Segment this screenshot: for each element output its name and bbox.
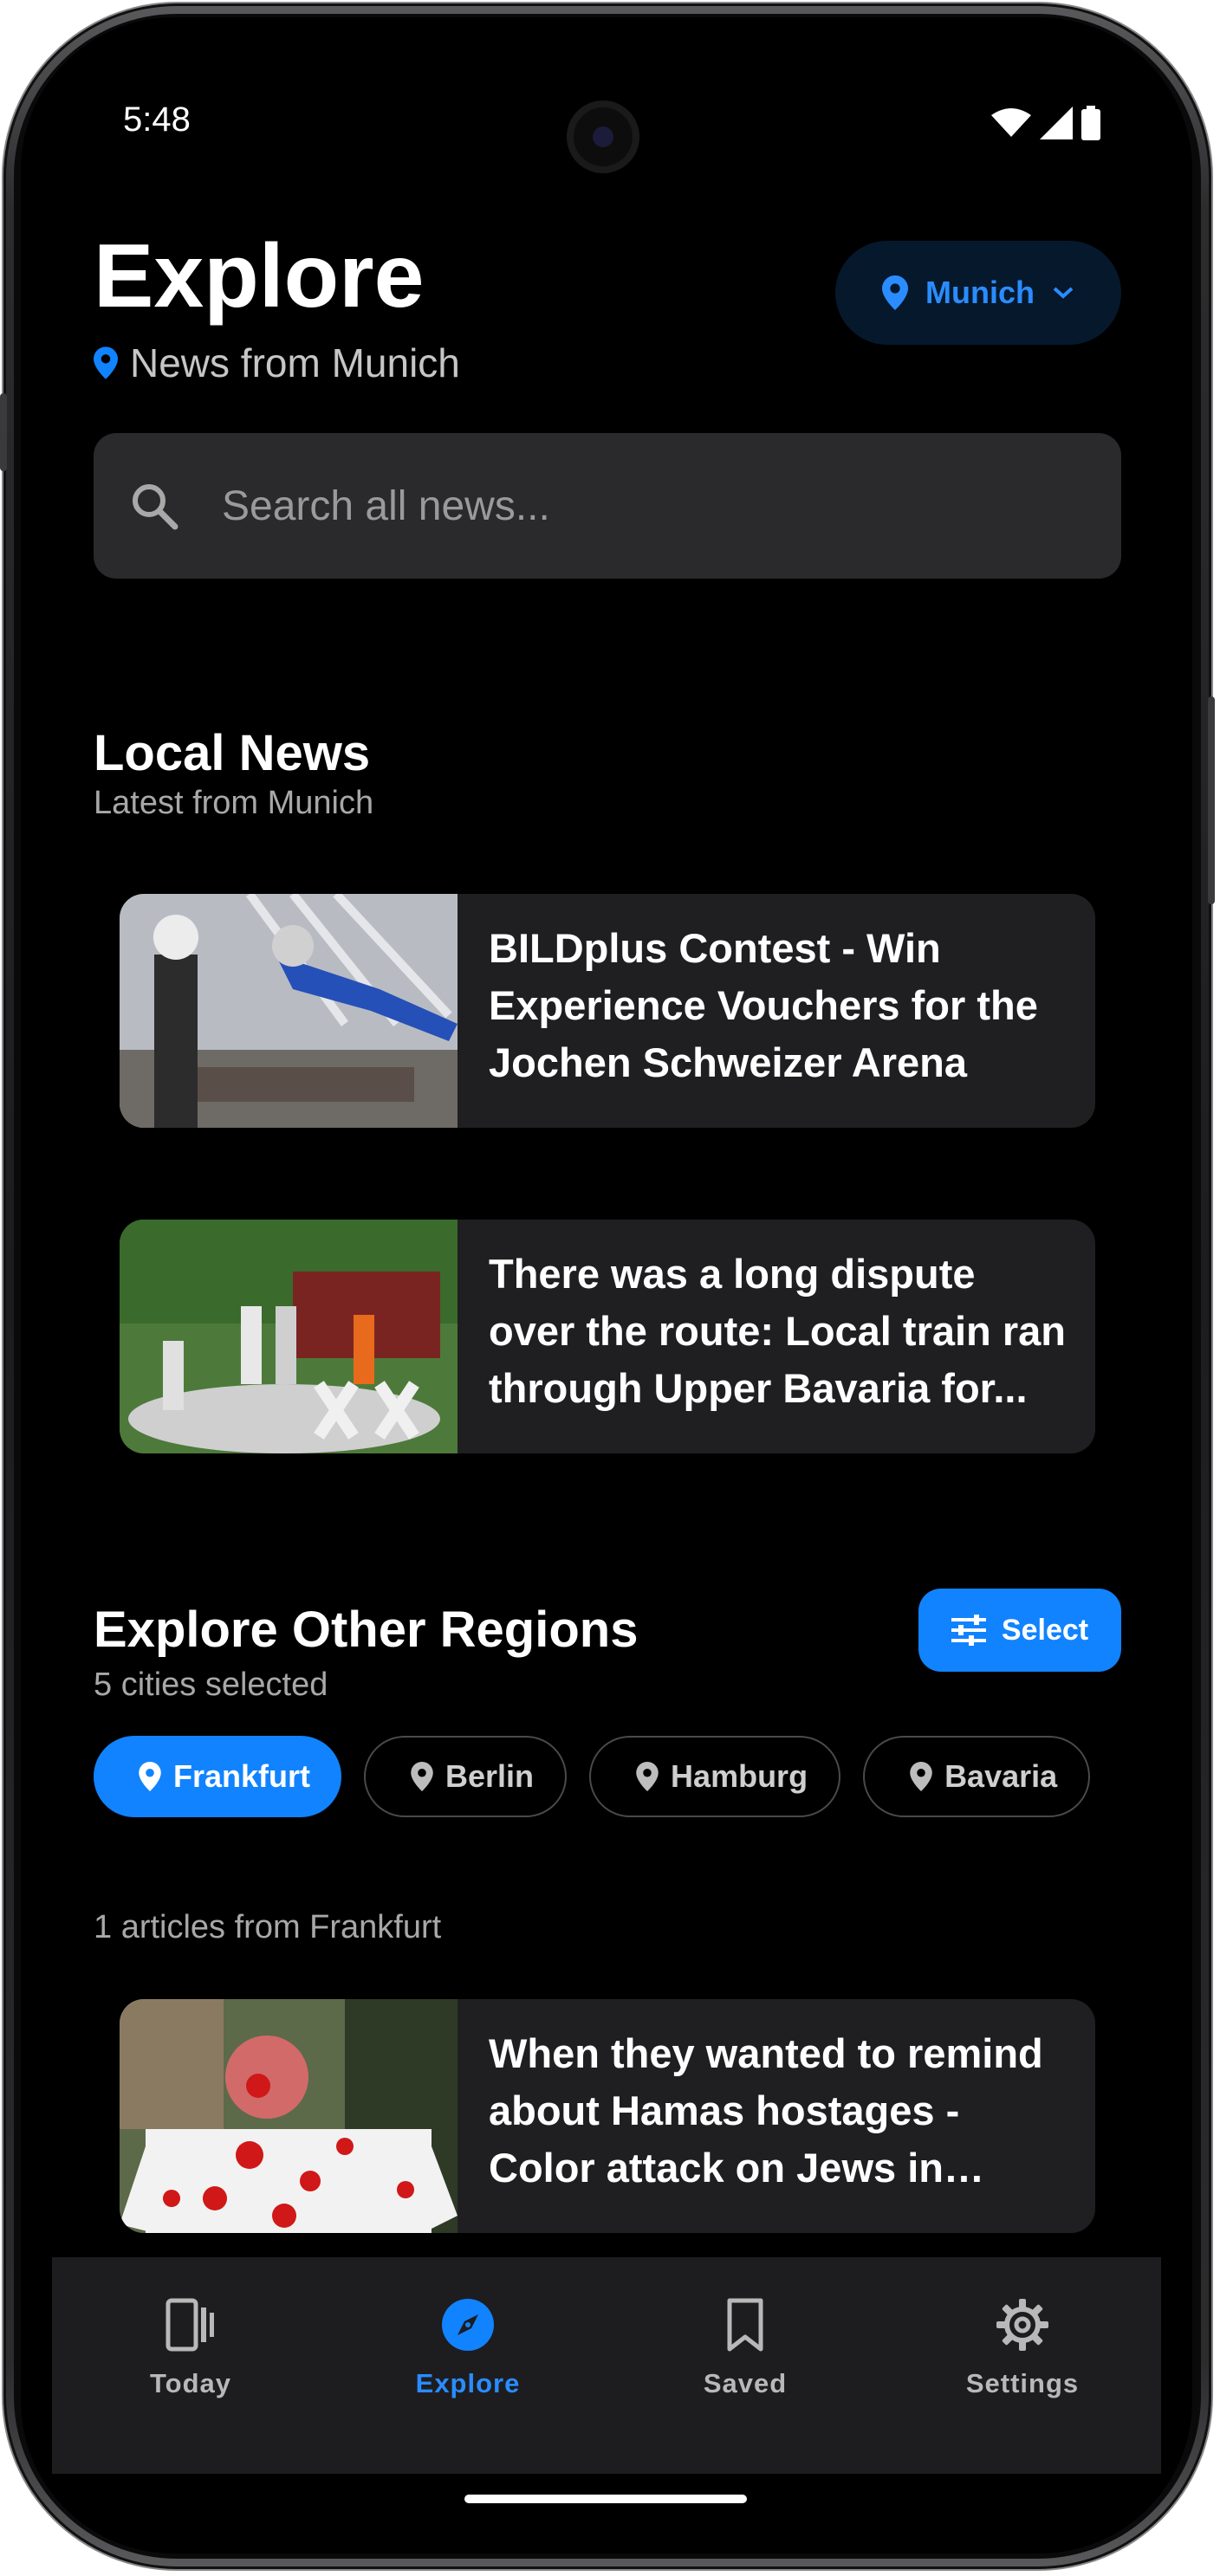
news-card[interactable]: When they wanted to remind about Hamas h… [120,1999,1095,2233]
regions-title: Explore Other Regions [94,1602,639,1658]
news-card[interactable]: There was a long dispute over the route:… [120,1220,1095,1453]
status-time: 5:48 [123,100,191,139]
news-card[interactable]: BILDplus Contest - Win Experience Vouche… [120,894,1095,1128]
chip-frankfurt[interactable]: Frankfurt [94,1736,342,1817]
nav-label: Explore [415,2368,521,2398]
location-pin-icon [411,1762,433,1791]
app-screen: 5:48 Explore News from Munich Munich Loc… [21,17,1192,2553]
location-pin-icon [882,275,908,310]
bottom-navigation: Today Explore Saved Settings [52,2257,1161,2474]
tune-icon [951,1615,986,1646]
status-icons [991,106,1100,140]
home-indicator[interactable] [464,2495,747,2503]
nav-saved[interactable]: Saved [607,2257,884,2474]
battery-icon [1081,106,1100,140]
search-icon [128,480,180,532]
chip-berlin[interactable]: Berlin [364,1736,568,1817]
location-pin-icon [636,1762,659,1791]
search-bar[interactable] [94,433,1121,579]
article-count-text: 1 articles from Frankfurt [94,1909,442,1945]
article-headline: BILDplus Contest - Win Experience Vouche… [489,925,1038,1085]
location-pin-icon [139,1762,161,1791]
nav-label: Saved [703,2368,788,2398]
wifi-icon [991,108,1031,137]
chip-bavaria[interactable]: Bavaria [863,1736,1091,1817]
article-thumbnail [120,1220,458,1453]
signal-icon [1040,107,1073,139]
local-news-subtitle: Latest from Munich [94,785,374,821]
chevron-down-icon [1053,287,1074,299]
page-title: Explore [94,226,425,327]
nav-explore[interactable]: Explore [329,2257,607,2474]
article-thumbnail [120,1999,458,2233]
article-headline: When they wanted to remind about Hamas h… [489,2030,1043,2191]
compass-icon [442,2299,494,2351]
region-chips: Frankfurt Berlin Hamburg Bavaria [94,1736,1091,1817]
front-camera [567,100,639,173]
chip-label: Bavaria [944,1758,1058,1794]
local-news-title: Local News [94,725,371,781]
location-pin-icon [910,1762,932,1791]
chip-hamburg[interactable]: Hamburg [589,1736,841,1817]
nav-label: Today [150,2368,231,2398]
subtitle-text: News from Munich [130,340,460,385]
nav-today[interactable]: Today [52,2257,329,2474]
tablet-icon [165,2298,214,2352]
search-input[interactable] [220,481,1003,531]
chip-label: Hamburg [671,1758,808,1794]
select-label: Select [1001,1613,1089,1647]
bookmark-icon [727,2298,763,2352]
article-thumbnail [120,894,458,1128]
side-button [0,393,7,471]
location-subtitle: News from Munich [94,340,460,386]
nav-settings[interactable]: Settings [884,2257,1161,2474]
article-headline: There was a long dispute over the route:… [489,1251,1066,1411]
nav-label: Settings [965,2368,1080,2398]
volume-button [1208,696,1215,904]
chip-label: Berlin [445,1758,535,1794]
gear-icon [996,2299,1048,2351]
city-selector-button[interactable]: Munich [835,241,1121,345]
select-regions-button[interactable]: Select [918,1589,1121,1672]
city-selector-label: Munich [925,275,1035,310]
chip-label: Frankfurt [173,1758,311,1794]
regions-subtitle: 5 cities selected [94,1667,328,1703]
location-pin-icon [94,346,118,379]
